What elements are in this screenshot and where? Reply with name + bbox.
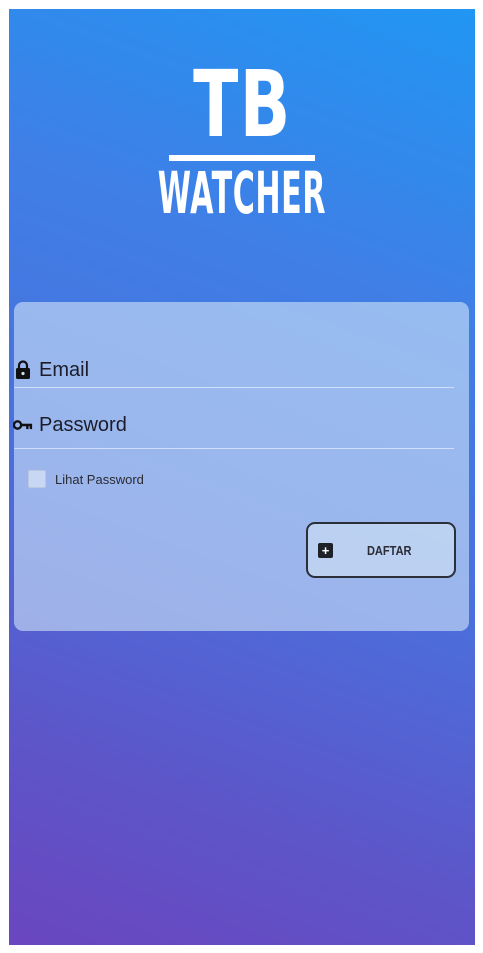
show-password-checkbox[interactable] bbox=[28, 470, 46, 488]
register-button-label: DAFTAR bbox=[366, 542, 412, 558]
show-password-row[interactable]: Lihat Password bbox=[28, 470, 144, 488]
register-button[interactable]: + DAFTAR bbox=[306, 522, 456, 578]
password-input[interactable]: Password bbox=[39, 414, 127, 437]
password-field[interactable]: Password bbox=[13, 410, 443, 440]
email-underline bbox=[14, 387, 454, 388]
logo-watcher-text: WATCHER bbox=[157, 159, 327, 227]
logo-tb-text: TB bbox=[192, 51, 292, 158]
plus-box-icon: + bbox=[318, 542, 333, 558]
password-underline bbox=[14, 448, 454, 449]
login-card bbox=[14, 302, 469, 631]
show-password-label: Lihat Password bbox=[55, 471, 144, 487]
email-field[interactable]: Email bbox=[13, 355, 443, 385]
app-logo: TB WATCHER bbox=[9, 51, 475, 227]
email-input[interactable]: Email bbox=[39, 359, 89, 382]
key-icon bbox=[13, 414, 33, 436]
lock-icon bbox=[13, 359, 33, 381]
